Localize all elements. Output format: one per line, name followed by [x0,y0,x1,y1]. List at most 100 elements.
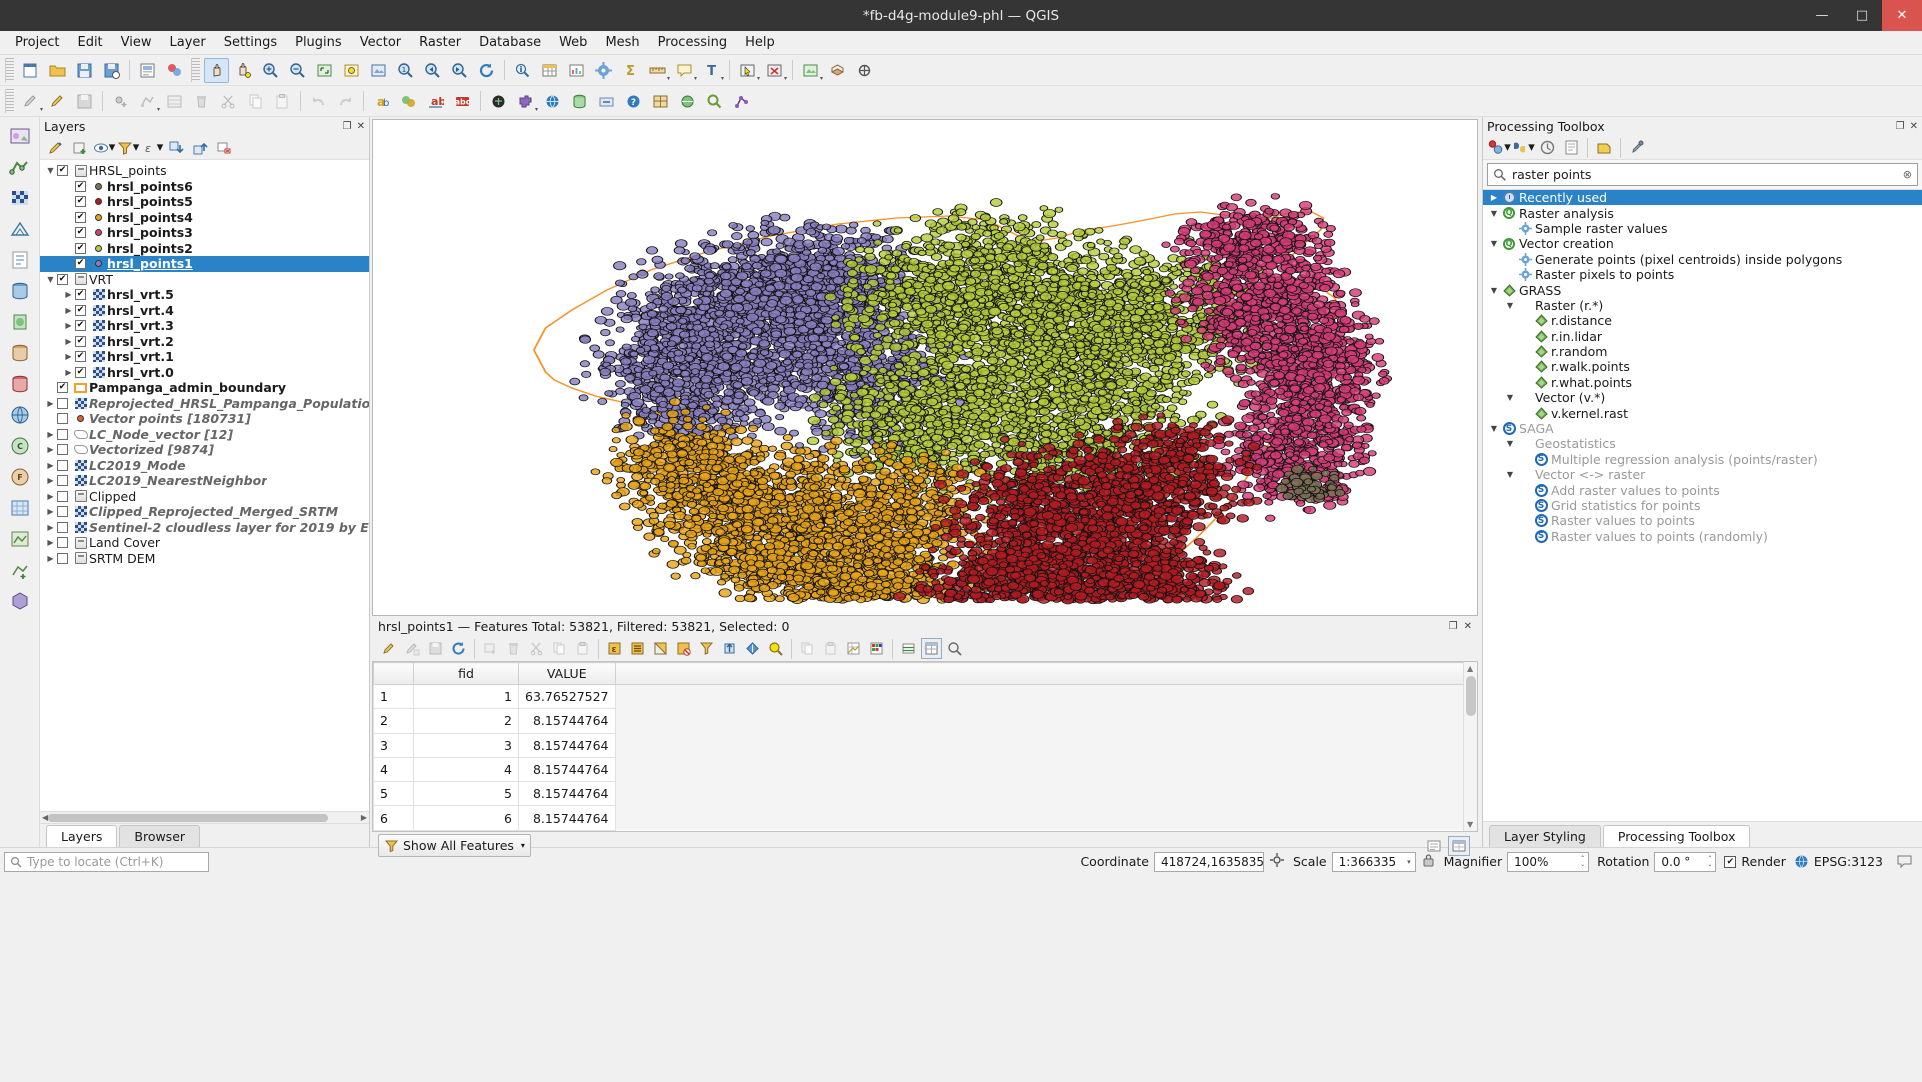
processing-tree-item[interactable]: ▼ Geostatistics [1483,436,1922,451]
conditional-formatting-icon[interactable] [866,638,887,659]
options-icon[interactable] [1625,137,1649,159]
table-row[interactable]: 4 4 8.15744764 [373,756,1477,783]
add-xyz-layer-icon[interactable] [7,495,33,521]
processing-tree-item[interactable]: r.walk.points [1483,359,1922,374]
cell-fid[interactable]: 4 [413,756,519,783]
refresh-table-icon[interactable] [448,638,469,659]
processing-toolbox-close-icon[interactable]: ✕ [1910,121,1918,132]
layer-visibility-checkbox[interactable] [57,521,68,533]
layer-tree-item[interactable]: ▶ ✔ hrsl_vrt.2 [40,334,369,350]
pan-map-to-selection-icon[interactable] [231,58,256,83]
style-icon[interactable] [396,89,421,114]
scripts-icon[interactable]: ▾ [1511,137,1535,159]
cut-features-icon[interactable] [216,89,241,114]
menu-processing[interactable]: Processing [649,32,736,53]
processing-tree-item[interactable]: ▼ Raster (r.*) [1483,298,1922,313]
layer-tree-item[interactable]: ▶ LC2019_NearestNeighbor [40,473,369,489]
labeling-icon[interactable]: ab [423,89,448,114]
column-header-value[interactable]: VALUE [518,662,616,685]
collapse-arrow-icon[interactable]: ▼ [44,166,57,175]
zoom-native-icon[interactable]: 1 [393,58,418,83]
layer-visibility-checkbox[interactable]: ✔ [57,382,68,394]
models-icon[interactable]: ▾ [1487,137,1511,159]
layer-tree-item[interactable]: ▶ Vectorized [9874] [40,442,369,458]
layer-tree-item[interactable]: Vector points [180731] [40,411,369,427]
metasearch-icon[interactable] [675,89,700,114]
tab-browser[interactable]: Browser [119,825,201,847]
layer-tree-item[interactable]: ▶ Clipped_Reprojected_Merged_SRTM [40,504,369,520]
select-by-expression-icon[interactable]: ε [604,638,625,659]
select-features-icon[interactable]: ▾ [735,58,760,83]
collapse-arrow-icon[interactable]: ▼ [1487,424,1501,433]
layer-visibility-checkbox[interactable]: ✔ [75,335,86,347]
menu-plugins[interactable]: Plugins [286,32,351,53]
new-shapefile-layer-icon[interactable] [7,557,33,583]
menu-layer[interactable]: Layer [161,32,215,53]
add-raster-layer-icon[interactable] [7,185,33,211]
filter-select-icon[interactable] [696,638,717,659]
layer-visibility-checkbox[interactable]: ✔ [75,351,86,363]
deselect-features-icon[interactable]: ▾ [762,58,787,83]
attribute-table-scrollbar[interactable]: ▲ ▼ [1463,662,1477,831]
rotation-value[interactable]: 0.0 ° [1654,851,1717,872]
map-canvas[interactable] [372,119,1478,616]
layer-visibility-checkbox[interactable] [57,537,68,549]
statistical-summary-icon[interactable] [564,58,589,83]
paste-features-icon[interactable] [572,638,593,659]
processing-tree-item[interactable]: r.distance [1483,313,1922,328]
collapse-all-icon[interactable] [188,137,212,159]
collapse-arrow-icon[interactable]: ▼ [1487,286,1501,295]
expand-arrow-icon[interactable]: ▶ [44,554,57,563]
plugin-manager-icon[interactable]: ▾ [513,89,538,114]
zoom-in-icon[interactable] [258,58,283,83]
add-vector-tile-layer-icon[interactable] [7,526,33,552]
pan-map-icon[interactable] [204,57,229,83]
show-all-features-button[interactable]: Show All Features [378,834,531,858]
form-view-icon[interactable] [1423,836,1445,856]
collapse-arrow-icon[interactable]: ▼ [1503,301,1517,310]
processing-tree-item[interactable]: ▼ Q Vector creation [1483,236,1922,251]
locator-input[interactable]: Type to locate (Ctrl+K) [4,851,209,872]
cell-fid[interactable]: 2 [413,708,519,734]
menu-vector[interactable]: Vector [351,32,410,53]
table-view-toggle-icon[interactable] [1448,835,1470,856]
layer-tree-item[interactable]: ▶ Land Cover [40,535,369,551]
table-row[interactable]: 6 6 8.15744764 [373,805,1477,831]
column-header-index[interactable] [373,662,414,685]
layer-tree-item[interactable]: ▶ Clipped [40,489,369,505]
georeferencer-icon[interactable] [648,89,673,114]
layer-tree-item[interactable]: ▶ ✔ hrsl_vrt.0 [40,365,369,381]
pan-map-to-selected-icon[interactable] [742,638,763,659]
measure-line-icon[interactable]: ▾ [645,58,670,83]
results-viewer-icon[interactable] [1559,137,1583,159]
layer-tree-item[interactable]: ✔ hrsl_points5 [40,194,369,210]
history-icon[interactable] [1535,137,1559,159]
processing-tree-item[interactable]: S Grid statistics for points [1483,498,1922,513]
magnifier-value[interactable]: 100% [1507,851,1590,872]
layer-visibility-checkbox[interactable]: ✔ [75,366,86,378]
add-postgis-layer-icon[interactable] [7,278,33,304]
new-3d-view-icon[interactable] [825,58,850,83]
identify-features-icon[interactable]: i [510,58,535,83]
add-wms-layer-icon[interactable] [7,402,33,428]
add-point-feature-icon[interactable] [108,89,133,114]
layer-visibility-checkbox[interactable] [57,552,68,564]
processing-tree-item[interactable]: ▼ Q Raster analysis [1483,205,1922,221]
undo-icon[interactable] [306,89,331,114]
attribute-table-float-icon[interactable]: ❐ [1449,621,1458,632]
layer-tree-item[interactable]: ▶ ✔ hrsl_vrt.5 [40,287,369,303]
add-wfs-layer-icon[interactable]: F [7,464,33,490]
clear-search-icon[interactable]: ⊗ [1903,168,1912,181]
expand-arrow-icon[interactable]: ▶ [62,290,75,299]
processing-tree-item[interactable]: v.kernel.rast [1483,405,1922,421]
layers-panel-close-icon[interactable]: ✕ [357,121,365,132]
zoom-to-layer-icon[interactable] [366,58,391,83]
processing-algorithm-tree[interactable]: ▶ Recently used ▼ Q Raster analysis Sample ra… [1483,189,1922,821]
processing-search-box[interactable]: raster points ⊗ [1487,163,1918,186]
processing-tree-item[interactable]: S Add raster values to points [1483,482,1922,498]
layer-visibility-checkbox[interactable] [57,397,68,409]
layer-visibility-checkbox[interactable]: ✔ [75,180,86,192]
layer-visibility-checkbox[interactable] [57,490,68,502]
processing-toolbox-icon[interactable] [591,58,616,83]
add-annotation-icon[interactable] [852,58,877,83]
